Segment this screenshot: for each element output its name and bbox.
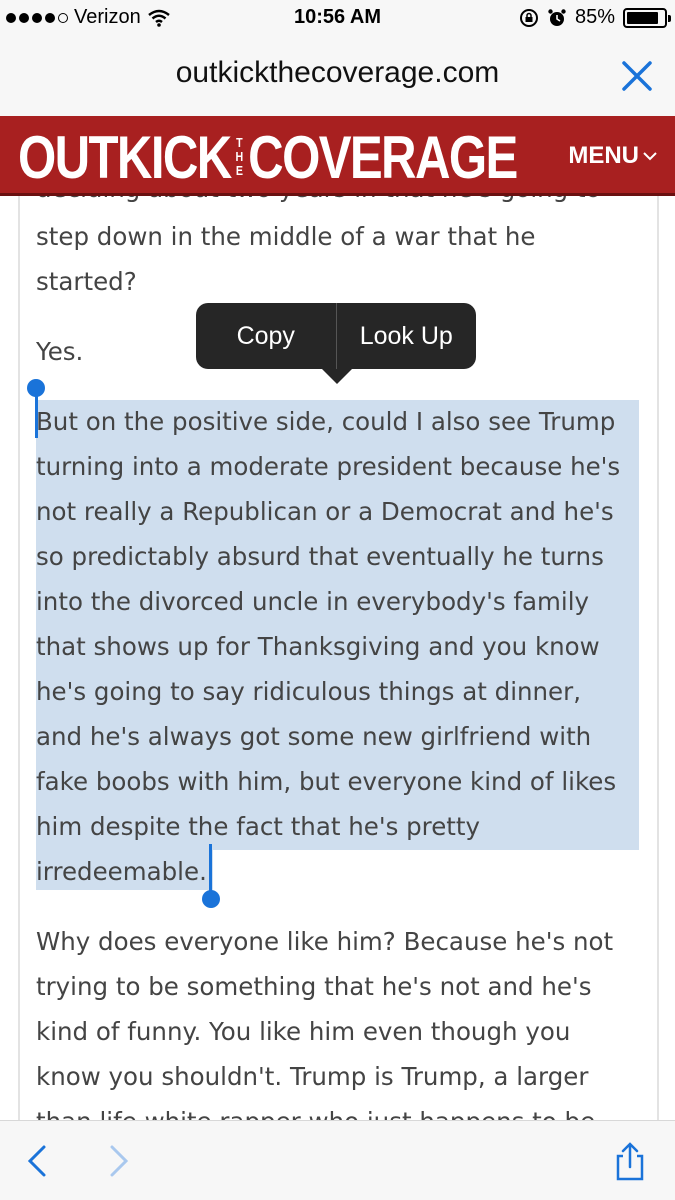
menu-label: MENU (568, 142, 639, 169)
selection-end-handle[interactable] (202, 890, 220, 908)
url-bar: outkickthecoverage.com (0, 38, 675, 116)
paragraph-4: Why does everyone like him? Because he's… (36, 927, 614, 1120)
look-up-button[interactable]: Look Up (337, 303, 477, 369)
browser-toolbar (0, 1120, 675, 1200)
paragraph-3-selected: But on the positive side, could I also s… (36, 407, 621, 886)
logo-outkick: OUTKICK (18, 123, 232, 191)
menu-button[interactable]: MENU (568, 142, 657, 170)
context-menu-pointer (322, 369, 352, 384)
content-border-left (18, 196, 20, 1120)
site-logo[interactable]: OUTKICK T H E COVERAGE (18, 123, 518, 191)
chevron-down-icon (643, 152, 657, 161)
chevron-left-icon[interactable] (16, 1139, 60, 1183)
battery-level (627, 11, 658, 24)
text-context-menu: Copy Look Up (196, 303, 476, 369)
battery-percent: 85% (574, 6, 615, 28)
copy-button[interactable]: Copy (196, 303, 336, 369)
close-icon[interactable] (619, 58, 655, 94)
selection-end-caret (209, 844, 212, 892)
site-header: OUTKICK T H E COVERAGE MENU (0, 116, 675, 196)
battery-icon (623, 7, 671, 28)
status-right: 85% (519, 6, 671, 29)
logo-the: T H E (235, 135, 244, 178)
selection-start-caret (35, 392, 38, 438)
orientation-lock-icon (519, 8, 538, 27)
paragraph-1: step down in the middle of a war that he… (36, 222, 536, 296)
status-bar: Verizon 10:56 AM 85% (0, 0, 675, 38)
share-icon[interactable] (608, 1139, 652, 1183)
url-domain[interactable]: outkickthecoverage.com (0, 56, 675, 90)
content-border-right (657, 196, 659, 1120)
chevron-right-icon[interactable] (96, 1139, 140, 1183)
alarm-icon (548, 8, 566, 26)
paragraph-2: Yes. (36, 337, 84, 366)
logo-coverage: COVERAGE (248, 123, 518, 191)
paragraph-partial: deciding about two years in that he's go… (36, 196, 601, 211)
